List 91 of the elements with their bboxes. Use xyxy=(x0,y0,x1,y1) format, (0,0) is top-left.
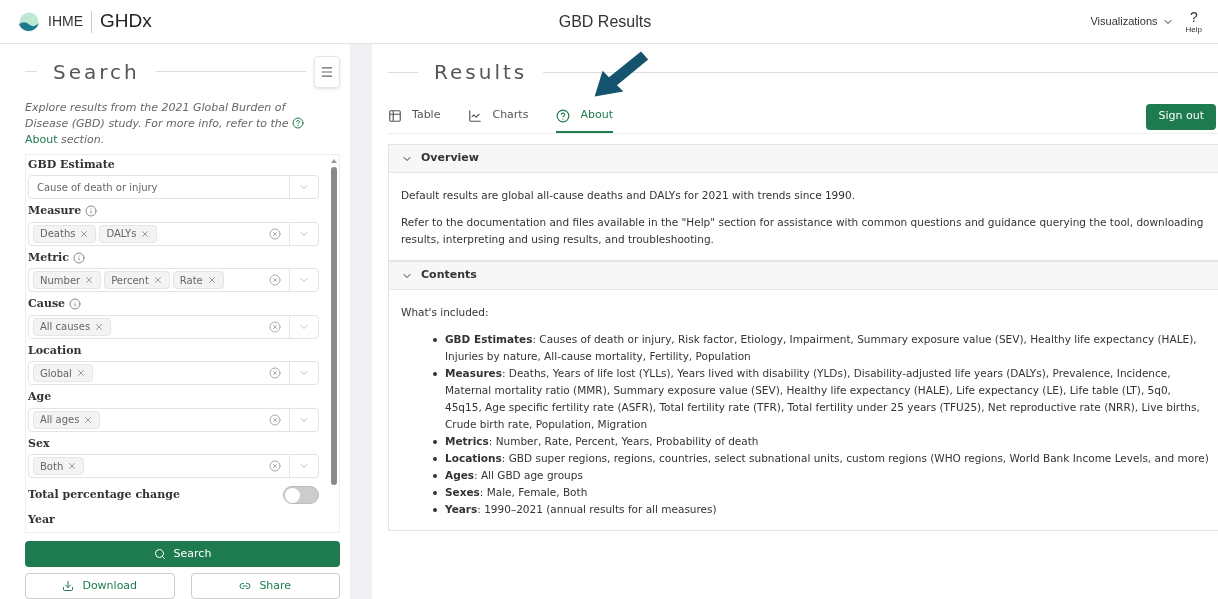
tab[interactable]: Charts xyxy=(468,100,529,133)
page-title: GBD Results xyxy=(558,11,652,32)
remove-icon[interactable] xyxy=(75,368,86,379)
info-icon xyxy=(69,298,82,311)
multi-select-field[interactable]: Deaths DALYs xyxy=(28,221,319,246)
paragraph: Refer to the documentation and files available in the "Help" section for assistance with common questions and guidance querying the tool, downloading results, interpreting and using results, and troubleshooting. xyxy=(401,215,1205,247)
sidebar-description: Explore results from the 2021 Global Burden of Disease (GBD) study. For more info, refer to the About section. xyxy=(25,99,340,148)
bullet-icon xyxy=(433,474,437,478)
accordion-header[interactable]: Contents xyxy=(389,262,1218,290)
filter-label: Location xyxy=(28,342,82,359)
multi-select-field[interactable]: Both xyxy=(28,454,319,479)
list-item: Locations: GBD super regions, regions, countries, select subnational units, custom regions (WHO regions, World Bank Income Levels, and more) xyxy=(445,451,1209,466)
wave-logo-icon xyxy=(18,11,40,32)
download-button[interactable]: Download xyxy=(25,573,175,599)
bullet-icon xyxy=(433,338,437,342)
scroll-up-icon[interactable] xyxy=(331,158,337,163)
toggle-switch[interactable] xyxy=(283,486,319,505)
filter-tag[interactable]: Global xyxy=(33,364,93,383)
brand-name: IHME xyxy=(48,12,83,31)
clear-icon[interactable] xyxy=(269,460,281,473)
remove-icon[interactable] xyxy=(152,275,163,286)
list-item: Measures: Deaths, Years of life lost (YLLs), Years lived with disability (YLDs), Disability-adjusted life years (DALYs), Prevalence, Incidence, Maternal mortality ratio (MMR), Summary exposure value (SEV), Healthy life expectancy (HALE), Life expectancy (LE), Life table (LT), 5q0, 45q15, Age specific fertility rate (ASFR), Total fertility rate (TFR), Total fertility under 25 years (TFU25), Net reproductive rate (NRR), Live births, Crude birth rate, Population, Migration xyxy=(445,366,1201,432)
visualizations-menu[interactable]: Visualizations xyxy=(1090,13,1174,30)
menu-button[interactable] xyxy=(314,55,340,88)
multi-select-field[interactable]: All ages xyxy=(28,407,319,432)
remove-icon[interactable] xyxy=(84,275,95,286)
clear-icon[interactable] xyxy=(269,320,281,333)
filter-label: Sex xyxy=(28,435,50,452)
clear-icon[interactable] xyxy=(269,413,281,426)
sign-out-button[interactable]: Sign out xyxy=(1146,103,1216,130)
filter-tag[interactable]: Rate xyxy=(172,271,224,290)
remove-icon[interactable] xyxy=(140,228,151,239)
filter-tag[interactable]: All causes xyxy=(33,317,112,336)
filter-tag[interactable]: Number xyxy=(33,271,102,290)
remove-icon[interactable] xyxy=(206,275,217,286)
filter-label: GBD Estimate xyxy=(28,156,115,173)
multi-select-field[interactable]: Global xyxy=(28,361,319,386)
product-name: GHDx xyxy=(100,9,152,34)
filter-tag[interactable]: Both xyxy=(33,457,85,476)
link-icon xyxy=(239,580,252,592)
tab[interactable]: Table xyxy=(388,100,441,133)
select-value: Cause of death or injury xyxy=(36,180,159,195)
filter-tag[interactable]: Percent xyxy=(104,271,170,290)
remove-icon[interactable] xyxy=(94,321,105,332)
accordion-header[interactable]: Overview xyxy=(389,145,1218,173)
results-title: Results xyxy=(433,59,529,86)
sidebar-title: Search xyxy=(52,58,141,86)
bullet-icon xyxy=(433,457,437,461)
list-item: Metrics: Number, Rate, Percent, Years, Probability of death xyxy=(445,434,759,449)
remove-icon[interactable] xyxy=(83,414,94,425)
bullet-icon xyxy=(433,372,437,376)
info-icon xyxy=(85,205,98,218)
filter-label: Year xyxy=(28,512,56,529)
filter-label: Measure xyxy=(28,203,82,220)
help-icon xyxy=(556,108,571,123)
clear-icon[interactable] xyxy=(269,227,281,240)
help-icon xyxy=(292,116,304,129)
menu-icon xyxy=(320,64,334,79)
list-item: Sexes: Male, Female, Both xyxy=(445,485,588,500)
paragraph: What's included: xyxy=(401,305,490,320)
about-link[interactable]: About xyxy=(25,132,58,146)
clear-icon[interactable] xyxy=(269,274,281,287)
paragraph: Default results are global all-cause deaths and DALYs for 2021 with trends since 1990. xyxy=(401,188,856,203)
search-icon xyxy=(153,548,166,561)
filter-label: Age xyxy=(28,389,52,406)
share-button[interactable]: Share xyxy=(190,573,340,599)
list-item: GBD Estimates: Causes of death or injury, Risk factor, Etiology, Impairment, Summary exposure value (SEV), Healthy life expectancy (HALE), Injuries by nature, All-cause mortality, Fertility, Population xyxy=(445,332,1198,364)
filter-label: Cause xyxy=(28,296,66,313)
table-icon xyxy=(388,108,402,123)
remove-icon[interactable] xyxy=(79,228,90,239)
remove-icon[interactable] xyxy=(67,461,78,472)
multi-select-field[interactable]: Number Percent Rate xyxy=(28,268,319,293)
bullet-icon xyxy=(433,508,437,512)
bullet-icon xyxy=(433,440,437,444)
filter-tag[interactable]: DALYs xyxy=(99,224,158,243)
list-item: Years: 1990–2021 (annual results for all measures) xyxy=(445,502,717,517)
list-item: Ages: All GBD age groups xyxy=(445,468,583,483)
download-icon xyxy=(62,580,75,592)
filter-tag[interactable]: All ages xyxy=(33,410,101,429)
filter-label: Metric xyxy=(28,249,69,266)
clear-icon[interactable] xyxy=(269,367,281,380)
bullet-icon xyxy=(433,491,437,495)
select-field[interactable]: Cause of death or injury xyxy=(28,175,319,200)
filter-label: Total percentage change xyxy=(28,486,180,503)
info-icon xyxy=(72,251,85,264)
search-button[interactable]: Search xyxy=(25,541,340,567)
multi-select-field[interactable]: All causes xyxy=(28,314,319,339)
help-button[interactable]: ? Help xyxy=(1185,9,1202,34)
filter-tag[interactable]: Deaths xyxy=(33,224,97,243)
tab[interactable]: About xyxy=(556,100,613,133)
line-chart-icon xyxy=(468,108,483,123)
